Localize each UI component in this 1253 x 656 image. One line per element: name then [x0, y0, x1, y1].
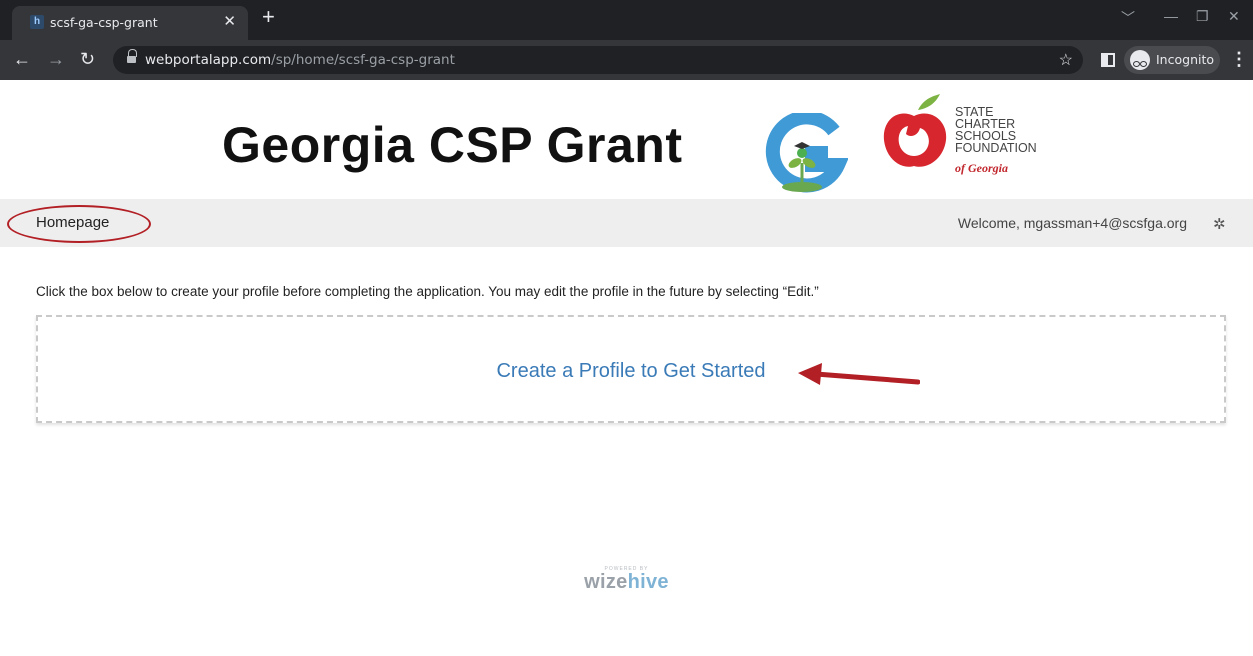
welcome-text: Welcome, mgassman+4@scsfga.org: [957, 215, 1187, 231]
address-bar[interactable]: webportalapp.com/sp/home/scsf-ga-csp-gra…: [113, 46, 1083, 74]
back-icon[interactable]: ←: [13, 49, 31, 69]
tab-close-icon[interactable]: ✕: [223, 12, 236, 30]
annotation-circle: [7, 205, 151, 243]
create-profile-link[interactable]: Create a Profile to Get Started: [38, 360, 1224, 383]
restore-icon[interactable]: ❐: [1196, 8, 1209, 25]
create-profile-box[interactable]: Create a Profile to Get Started: [36, 315, 1226, 423]
foundation-of-georgia: of Georgia: [955, 161, 1008, 175]
browser-tab-bar: h scsf-ga-csp-grant ✕ + ﹀ — ❐ ✕: [0, 0, 1253, 40]
reload-icon[interactable]: ↻: [80, 49, 95, 69]
scsf-apple-logo: [883, 94, 947, 167]
tab-search-chevron-icon[interactable]: ﹀: [1121, 8, 1135, 28]
browser-toolbar: ← → ↻ webportalapp.com/sp/home/scsf-ga-c…: [0, 40, 1253, 80]
minimize-icon[interactable]: —: [1164, 8, 1178, 24]
forward-icon[interactable]: →: [47, 49, 65, 69]
lock-icon: [127, 49, 137, 65]
tab-favicon-icon: h: [30, 15, 44, 29]
bookmark-star-icon[interactable]: ☆: [1059, 50, 1073, 70]
site-title: Georgia CSP Grant: [222, 117, 683, 173]
gear-icon[interactable]: ✲: [1213, 215, 1226, 233]
side-panel-icon[interactable]: [1101, 53, 1115, 67]
browser-tab[interactable]: h scsf-ga-csp-grant ✕: [12, 6, 248, 40]
incognito-icon: [1130, 50, 1150, 70]
portal-navbar: Homepage Welcome, mgassman+4@scsfga.org …: [0, 199, 1253, 247]
url-text[interactable]: webportalapp.com/sp/home/scsf-ga-csp-gra…: [145, 52, 455, 68]
wizehive-logo[interactable]: wizehive: [0, 571, 1253, 594]
annotation-arrow: [798, 363, 920, 385]
browser-menu-icon[interactable]: ⋮: [1230, 49, 1248, 70]
close-window-icon[interactable]: ✕: [1228, 8, 1240, 25]
instructions-text: Click the box below to create your profi…: [36, 284, 819, 299]
georgia-g-logo: [765, 113, 848, 193]
new-tab-button[interactable]: +: [262, 6, 275, 28]
incognito-label: Incognito: [1156, 52, 1215, 67]
site-header: Georgia CSP Grant STATE CHARTER SCHOOLS …: [0, 80, 1253, 199]
foundation-name: STATE CHARTER SCHOOLS FOUNDATION: [955, 105, 1037, 155]
incognito-badge[interactable]: Incognito: [1124, 46, 1220, 74]
tab-title: scsf-ga-csp-grant: [50, 15, 158, 30]
